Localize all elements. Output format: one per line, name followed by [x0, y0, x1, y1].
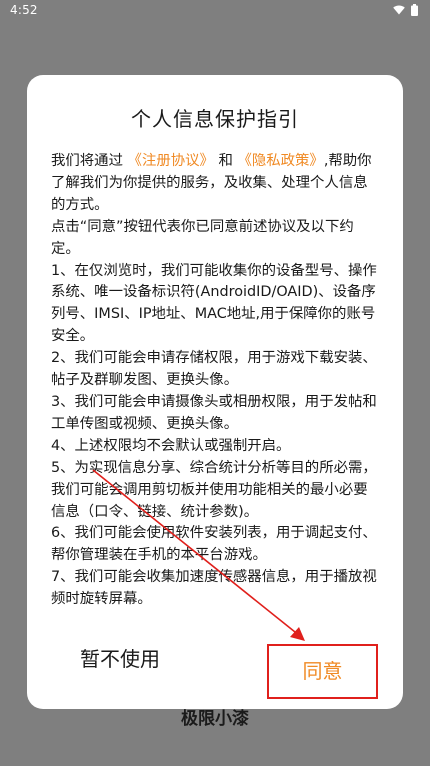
intro-paragraph: 我们将通过 《注册协议》 和 《隐私政策》,帮助你了解我们为你提供的服务，及收集… — [51, 151, 381, 217]
term-item-2: 2、我们可能会申请存储权限，用于游戏下载安装、帖子及群聊发图、更换头像。 — [51, 350, 377, 389]
privacy-dialog: 个人信息保护指引 我们将通过 《注册协议》 和 《隐私政策》,帮助你了解我们为你… — [27, 75, 403, 709]
term-item-7: 7、我们可能会收集加速度传感器信息，用于播放视频时旋转屏幕。 — [51, 569, 377, 608]
term-item-6: 6、我们可能会使用软件安装列表，用于调起支付、帮你管理装在手机的本平台游戏。 — [51, 525, 377, 564]
decline-button[interactable]: 暂不使用 — [55, 640, 185, 678]
term-item-1: 1、在仅浏览时，我们可能收集你的设备型号、操作系统、唯一设备标识符(Androi… — [51, 262, 377, 345]
status-icons — [393, 4, 418, 16]
wifi-icon — [393, 5, 405, 15]
intro-and: 和 — [218, 153, 233, 169]
agree-button[interactable]: 同意 — [267, 644, 378, 699]
term-item-4: 4、上述权限均不会默认或强制开启。 — [51, 437, 291, 454]
privacy-policy-link[interactable]: 《隐私政策》 — [237, 153, 323, 169]
dialog-title: 个人信息保护指引 — [131, 107, 299, 131]
term-item-3: 3、我们可能会申请摄像头或相册权限，用于发帖和工单传图或视频、更换头像。 — [51, 393, 377, 432]
intro-prefix: 我们将通过 — [51, 153, 123, 169]
register-agreement-link[interactable]: 《注册协议》 — [128, 153, 214, 169]
dialog-body: 我们将通过 《注册协议》 和 《隐私政策》,帮助你了解我们为你提供的服务，及收集… — [51, 151, 381, 611]
term-item-5: 5、为实现信息分享、综合统计分析等目的所必需，我们可能会调用剪切板并使用功能相关… — [51, 459, 377, 520]
status-time: 4:52 — [10, 3, 38, 17]
consent-paragraph: 点击“同意”按钮代表你已同意前述协议及以下约定。 — [51, 218, 354, 257]
battery-icon — [411, 4, 418, 16]
status-bar: 4:52 — [0, 0, 430, 24]
